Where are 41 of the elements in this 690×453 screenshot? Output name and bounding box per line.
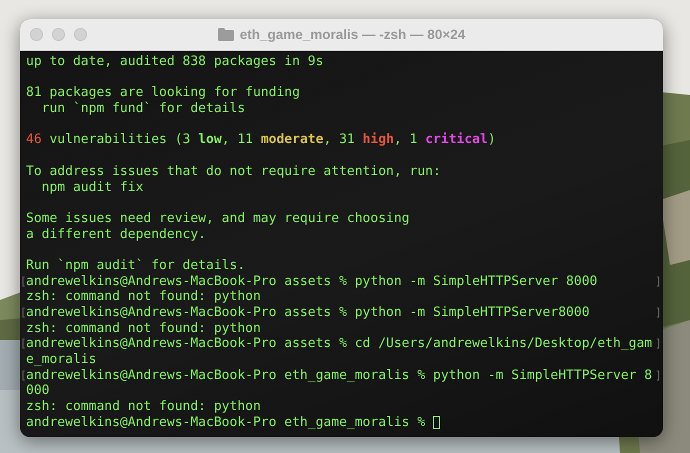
- terminal-text: 000: [26, 383, 50, 400]
- terminal-text: To address issues that do not require attention, run:: [26, 164, 441, 180]
- mark-bracket: ]: [655, 305, 661, 321]
- terminal-text: high: [362, 132, 394, 148]
- terminal-text: low: [198, 132, 222, 148]
- terminal-text: 46: [26, 132, 42, 148]
- mark-bracket: [: [20, 368, 26, 384]
- close-button[interactable]: [30, 28, 43, 41]
- window-title: eth_game_moralis — -zsh — 80×24: [240, 27, 466, 42]
- terminal-text: , 31: [323, 132, 356, 148]
- terminal-text: npm audit fix: [40, 180, 144, 196]
- mark-bracket: ]: [655, 368, 661, 384]
- terminal-text: run `npm fund` for details: [40, 101, 246, 117]
- terminal-text: , 11: [222, 132, 254, 148]
- terminal-text: andrewelkins@Andrews-MacBook-Pro assets % cd /Users/andrewelkins/Desktop/eth_gam: [26, 336, 652, 352]
- terminal-text: e_moralis: [26, 352, 96, 368]
- terminal-text: andrewelkins@Andrews-MacBook-Pro assets % python -m SimpleHTTPServer8000: [26, 305, 590, 321]
- terminal-text: up to date, audited 838 packages in 9s: [26, 54, 324, 70]
- terminal-text: andrewelkins@Andrews-MacBook-Pro eth_game_moralis %: [26, 414, 426, 431]
- terminal-text: critical: [425, 132, 488, 148]
- terminal-text: andrewelkins@Andrews-MacBook-Pro assets % python -m SimpleHTTPServer 8000: [26, 274, 598, 290]
- terminal-text: moderate: [260, 132, 324, 148]
- minimize-button[interactable]: [52, 28, 65, 41]
- terminal-text: 81 packages are looking for funding: [26, 85, 300, 102]
- terminal-text: andrewelkins@Andrews-MacBook-Pro eth_game_moralis % python -m SimpleHTTPServer 8: [26, 368, 652, 384]
- terminal-text: Run `npm audit` for details.: [26, 258, 246, 274]
- mark-bracket: ]: [655, 336, 661, 352]
- terminal-text: , 1: [394, 132, 418, 148]
- terminal-text: zsh: command not found: python: [26, 289, 261, 306]
- terminal-text: vulnerabilities (3: [48, 132, 192, 148]
- mark-bracket: [: [20, 305, 26, 321]
- terminal-text: a different dependency.: [26, 226, 206, 242]
- mark-bracket: [: [20, 336, 26, 352]
- terminal-text: ): [488, 132, 496, 148]
- mark-bracket: ]: [655, 274, 661, 290]
- terminal-text: Some issues need review, and may require choosing: [26, 210, 410, 227]
- zoom-button[interactable]: [74, 28, 87, 41]
- terminal-text: zsh: command not found: python: [26, 399, 261, 415]
- folder-icon: [218, 28, 234, 41]
- terminal-text: zsh: command not found: python: [26, 320, 261, 336]
- mark-bracket: [: [20, 274, 26, 290]
